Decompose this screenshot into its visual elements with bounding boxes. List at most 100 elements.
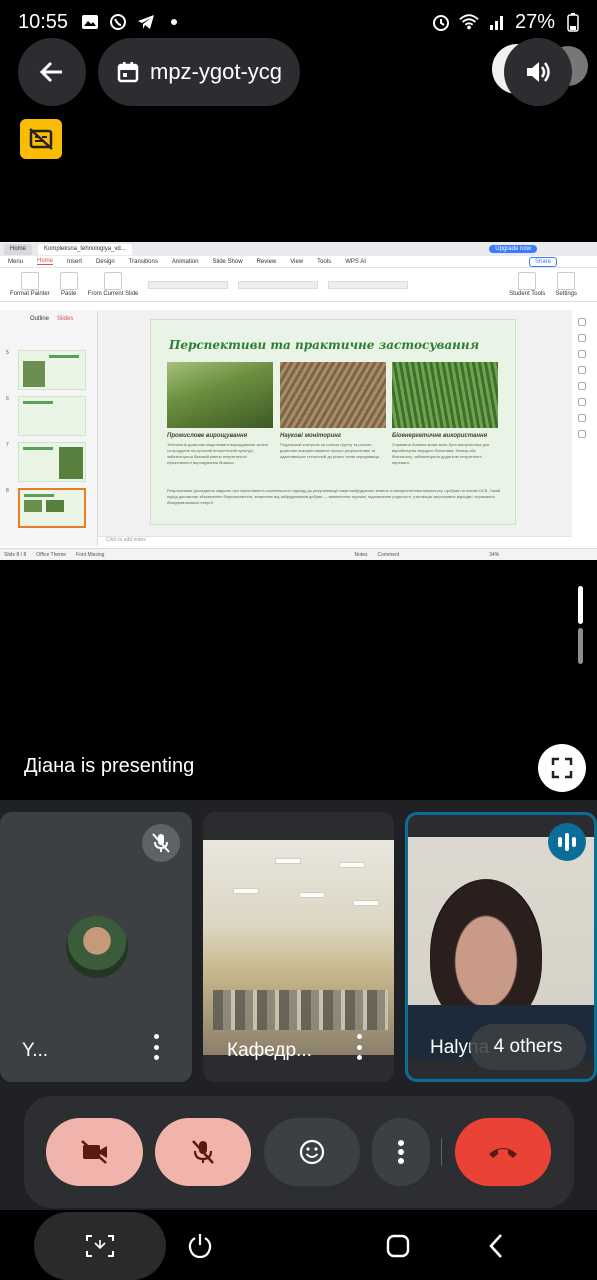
slide-canvas: Перспективи та практичне застосування Пр… xyxy=(98,310,572,536)
slide-thumbnail-selected: 8 xyxy=(6,488,90,528)
slide-thumbnail: 5 xyxy=(6,350,90,390)
student-tools-icon xyxy=(518,272,537,290)
wps-menu-item: WPS AI xyxy=(345,258,366,265)
wps-tab-home: Home xyxy=(4,243,33,255)
muted-indicator xyxy=(142,824,180,862)
participant-video xyxy=(203,840,394,1055)
reactions-button[interactable] xyxy=(264,1118,360,1186)
paste-icon xyxy=(59,272,78,290)
settings-icon xyxy=(557,272,576,290)
mic-off-icon xyxy=(192,1140,214,1164)
system-nav-bar xyxy=(0,1212,597,1280)
ribbon-group: Student Tools xyxy=(509,272,545,297)
camera-toggle-button[interactable] xyxy=(46,1118,143,1186)
grass-photo xyxy=(392,362,498,428)
wps-menu-item: Transitions xyxy=(128,258,158,265)
miscanthus-field-photo xyxy=(167,362,273,428)
presenter-label: Діана is presenting xyxy=(24,755,195,777)
participant-tile[interactable]: Y... xyxy=(0,812,192,1082)
format-painter-icon xyxy=(20,272,39,290)
dot-icon xyxy=(164,12,184,32)
home-button[interactable] xyxy=(376,1212,420,1280)
wps-upgrade: Upgrade now xyxy=(489,245,537,253)
others-button[interactable]: 4 others xyxy=(470,1024,586,1070)
slideshow-icon xyxy=(104,272,123,290)
current-slide: Перспективи та практичне застосування Пр… xyxy=(150,319,516,525)
more-vert-icon xyxy=(398,1140,404,1164)
column-heading: Промислове вирощування xyxy=(167,433,248,439)
slide-footer-text: Результатами досліджень свідчать про ефе… xyxy=(167,488,501,505)
drawing-tools xyxy=(328,280,409,289)
arrow-left-icon xyxy=(39,61,62,83)
power-button[interactable] xyxy=(180,1212,220,1280)
mic-toggle-button[interactable] xyxy=(155,1118,251,1186)
ribbon-group: Paste xyxy=(59,272,78,297)
slide-thumbnail: 7 xyxy=(6,442,90,482)
wps-menu-item: Menu xyxy=(8,258,24,265)
speaker-icon xyxy=(527,62,550,82)
more-options-button[interactable] xyxy=(372,1118,430,1186)
roots-photo xyxy=(280,362,386,428)
wifi-icon xyxy=(459,12,479,32)
ribbon-group: Format Painter xyxy=(10,272,50,297)
mic-off-icon xyxy=(152,833,170,853)
notification-icons xyxy=(80,12,184,32)
leave-call-button[interactable] xyxy=(455,1118,551,1186)
wps-ribbon: Format Painter Paste From Current Slide … xyxy=(0,268,597,302)
slide-thumbnail: 6 xyxy=(6,396,90,436)
gallery-icon xyxy=(80,12,100,32)
wps-status-bar: Slide 8 / 8 Office Theme Font Missing No… xyxy=(0,548,597,560)
captions-off-icon[interactable] xyxy=(20,119,62,159)
wps-menu-bar: Menu Home Insert Design Transitions Anim… xyxy=(0,256,597,268)
wps-menu-item: View xyxy=(290,258,304,265)
home-icon xyxy=(386,1234,410,1258)
wps-menu-item: Animation xyxy=(171,258,199,265)
back-button[interactable] xyxy=(18,38,86,106)
wps-menu-item: Slide Show xyxy=(212,258,243,265)
wps-menu-item: Design xyxy=(96,258,115,265)
meeting-info-button[interactable]: mpz-ygot-ycg xyxy=(98,38,301,106)
status-bar: 10:55 27% xyxy=(0,0,597,44)
chevron-left-icon xyxy=(489,1234,502,1258)
participant-more-button[interactable] xyxy=(146,1034,166,1060)
telegram-icon xyxy=(136,12,156,32)
battery-level: 27% xyxy=(514,10,555,33)
wps-right-toolbar xyxy=(578,318,592,438)
emoji-icon xyxy=(299,1139,325,1165)
paragraph-tools xyxy=(238,280,319,289)
slides-panel: Outline Slides 5 6 7 8 xyxy=(0,310,98,546)
column-heading: Біоенергетичне використання xyxy=(392,433,488,439)
shared-screen: Home Kompleksna_tehnologiya_vd... Upgrad… xyxy=(0,242,597,560)
call-controls xyxy=(24,1096,574,1208)
notes-placeholder: Click to add notes xyxy=(98,536,572,546)
scroll-indicator xyxy=(578,628,583,664)
wps-menu-item: Home xyxy=(37,258,54,265)
participant-tile[interactable]: Кафедр... xyxy=(203,812,394,1082)
participant-name: Кафедр... xyxy=(227,1040,312,1061)
screen-capture-button[interactable] xyxy=(34,1212,166,1280)
ribbon-group: Settings xyxy=(555,272,577,297)
panel-tabs: Outline Slides xyxy=(0,310,97,322)
fullscreen-button[interactable] xyxy=(538,744,586,792)
wps-menu-item: Insert xyxy=(67,258,83,265)
participant-more-button[interactable] xyxy=(349,1034,369,1060)
clock: 10:55 xyxy=(18,10,69,33)
avatar xyxy=(66,916,128,978)
outline-tab: Outline xyxy=(30,316,50,322)
speaking-indicator-icon xyxy=(548,823,586,861)
column-text: Отримана біомаса може мати бути використ… xyxy=(392,442,490,465)
meeting-code: mpz-ygot-ycg xyxy=(150,59,283,84)
back-nav-button[interactable] xyxy=(478,1212,514,1280)
calendar-icon xyxy=(117,62,139,83)
wps-tab-file: Kompleksna_tehnologiya_vd... xyxy=(38,243,132,255)
scroll-indicator xyxy=(578,586,583,624)
column-text: Технологія дозволяє моделювати вирощуван… xyxy=(167,442,268,465)
controls-divider xyxy=(441,1138,442,1166)
battery-icon xyxy=(563,12,583,32)
meeting-top-bar: mpz-ygot-ycg xyxy=(0,38,597,110)
column-text: Подальший контроль за станом ґрунту та р… xyxy=(280,442,381,459)
ribbon-group: From Current Slide xyxy=(88,272,138,297)
audio-output-button[interactable] xyxy=(504,38,572,106)
camera-off-icon xyxy=(80,1140,107,1164)
signal-icon xyxy=(487,12,507,32)
